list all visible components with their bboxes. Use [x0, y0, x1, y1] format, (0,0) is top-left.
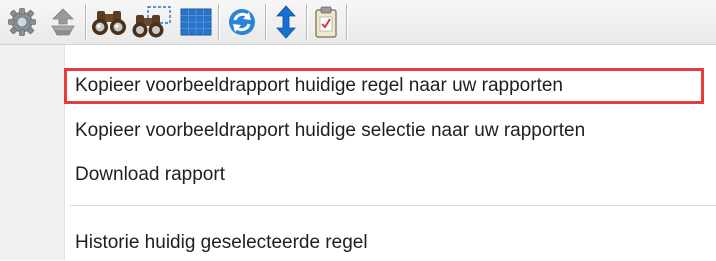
- toolbar-separator: [265, 4, 266, 40]
- menu-item-download-report[interactable]: Download rapport: [75, 157, 225, 193]
- gear-button[interactable]: [2, 0, 42, 44]
- menu-icon-gutter: [0, 45, 65, 260]
- grid-button[interactable]: [176, 0, 216, 44]
- vertical-arrows-icon: [275, 5, 297, 39]
- toolbar-separator: [218, 4, 219, 40]
- context-menu: Kopieer voorbeeldrapport huidige regel n…: [0, 45, 716, 260]
- menu-separator: [70, 205, 716, 206]
- vertical-arrows-button[interactable]: [268, 0, 304, 44]
- toolbar-separator: [306, 4, 307, 40]
- binoculars-button[interactable]: [88, 0, 130, 44]
- binoculars-selection-button[interactable]: [130, 0, 174, 44]
- stack-up-icon: [49, 7, 77, 37]
- refresh-icon: [227, 7, 257, 37]
- toolbar-separator: [85, 4, 86, 40]
- toolbar-separator: [346, 4, 347, 40]
- refresh-button[interactable]: [222, 0, 262, 44]
- grid-icon: [180, 8, 212, 36]
- clipboard-check-button[interactable]: [308, 0, 344, 44]
- stack-up-button[interactable]: [44, 0, 82, 44]
- menu-item-copy-report-current-row[interactable]: Kopieer voorbeeldrapport huidige regel n…: [75, 68, 563, 104]
- menu-item-copy-report-current-selection[interactable]: Kopieer voorbeeldrapport huidige selecti…: [75, 113, 585, 149]
- clipboard-check-icon: [314, 6, 338, 38]
- toolbar: [0, 0, 716, 45]
- binoculars-icon: [91, 8, 127, 36]
- gear-icon: [7, 7, 37, 37]
- binoculars-selection-icon: [132, 6, 172, 38]
- menu-item-history-selected-row[interactable]: Historie huidig geselecteerde regel: [75, 225, 368, 261]
